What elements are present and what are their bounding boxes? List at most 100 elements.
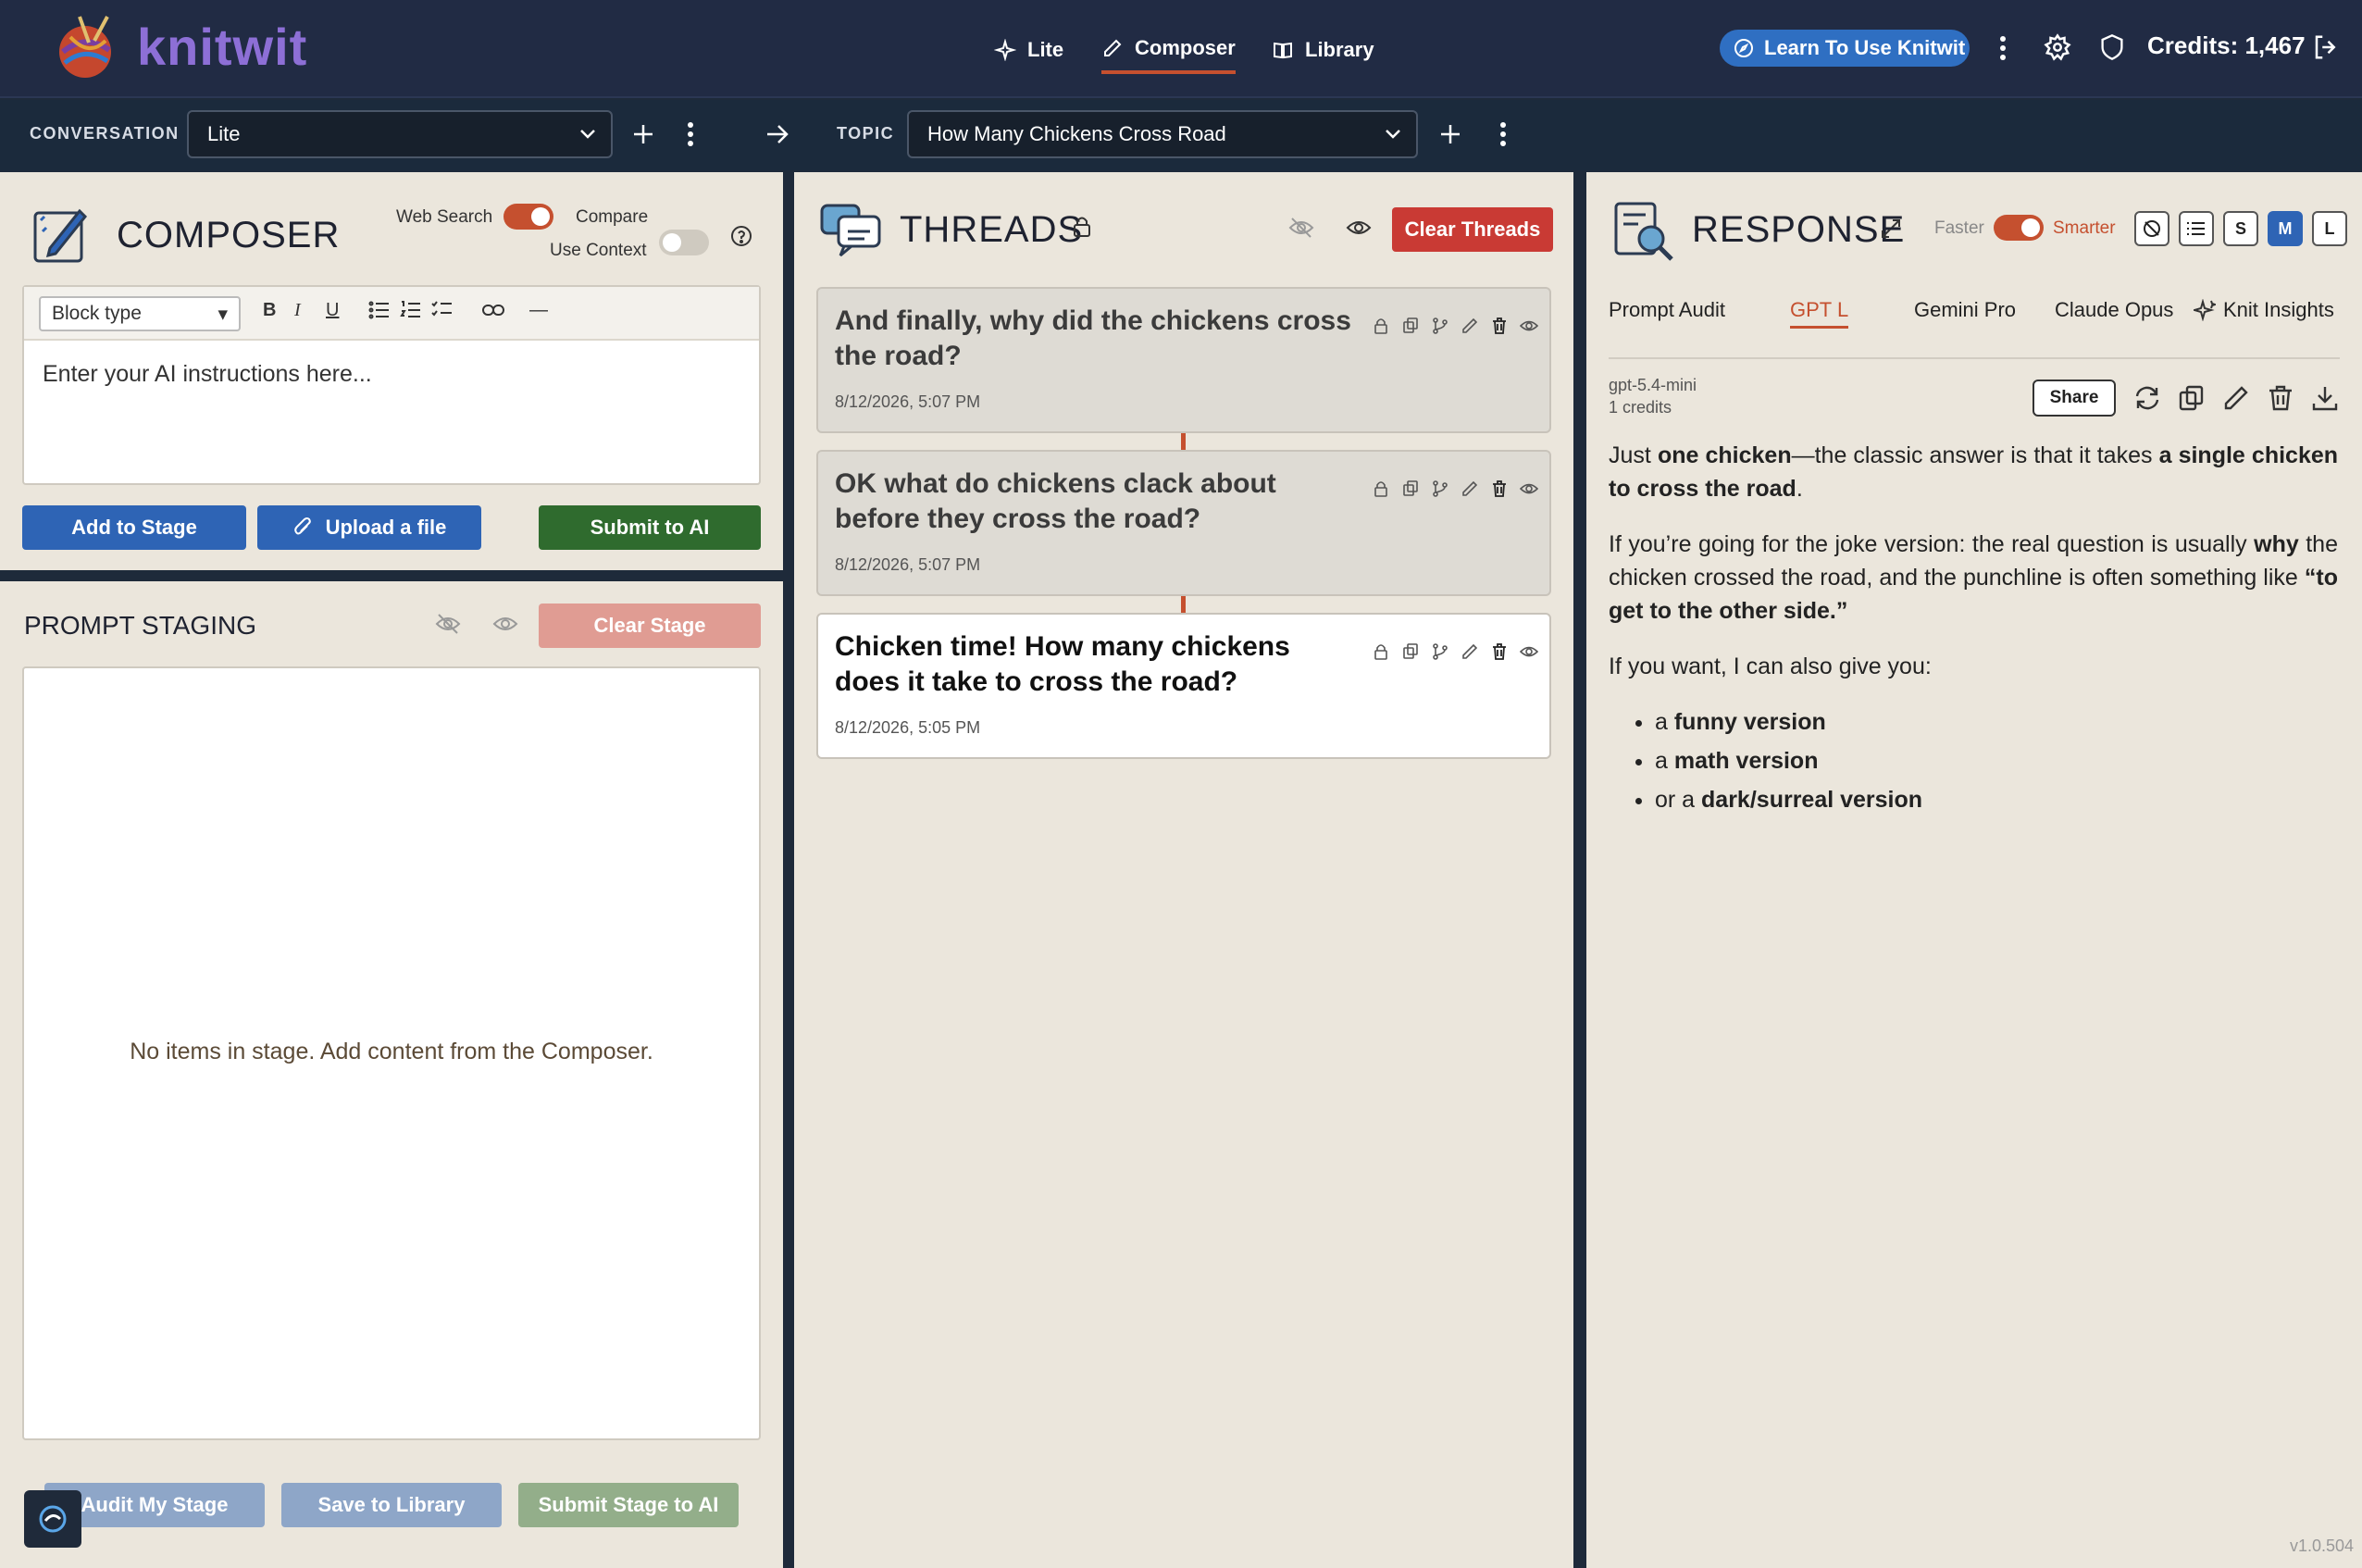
tab-prompt-audit[interactable]: Prompt Audit — [1609, 298, 1725, 322]
copy-icon[interactable] — [1401, 642, 1420, 661]
refresh-icon[interactable] — [2132, 383, 2162, 413]
copy-icon[interactable] — [1401, 479, 1420, 498]
knitwit-logo-icon[interactable] — [52, 15, 118, 81]
topic-select[interactable]: How Many Chickens Cross Road — [907, 110, 1418, 158]
share-button[interactable]: Share — [2033, 380, 2116, 417]
conversation-select[interactable]: Lite — [187, 110, 613, 158]
add-to-stage-button[interactable]: Add to Stage — [22, 505, 246, 550]
add-to-stage-label: Add to Stage — [71, 516, 197, 539]
submit-to-ai-button[interactable]: Submit to AI — [539, 505, 761, 550]
italic-icon[interactable]: I — [294, 300, 301, 321]
upload-file-button[interactable]: Upload a file — [257, 505, 481, 550]
list-format-icon[interactable] — [2179, 211, 2214, 246]
expand-icon[interactable] — [1881, 218, 1901, 239]
thread-card[interactable]: And finally, why did the chickens cross … — [816, 287, 1551, 433]
lock-icon[interactable] — [1372, 479, 1390, 498]
thread-title: Chicken time! How many chickens does it … — [835, 631, 1290, 697]
copy-icon[interactable] — [1401, 317, 1420, 335]
trash-icon[interactable] — [1490, 317, 1509, 335]
nav-tab-library[interactable]: Library — [1272, 31, 1374, 68]
branch-icon[interactable] — [1431, 642, 1449, 661]
arrow-right-icon[interactable] — [765, 122, 790, 146]
web-search-toggle[interactable] — [503, 204, 553, 230]
copy-icon[interactable] — [2177, 383, 2207, 413]
conversation-bar: CONVERSATION Lite TOPIC How Many Chicken… — [0, 100, 2362, 170]
trash-icon[interactable] — [1490, 479, 1509, 498]
eye-icon[interactable] — [1346, 217, 1372, 239]
edit-icon[interactable] — [2221, 383, 2251, 413]
download-icon[interactable] — [2310, 383, 2340, 413]
thread-date: 8/12/2026, 5:05 PM — [835, 718, 981, 737]
size-medium-button[interactable]: M — [2268, 211, 2303, 246]
response-body: Just one chicken—the classic answer is t… — [1609, 439, 2338, 822]
add-topic-icon[interactable] — [1438, 122, 1462, 146]
lock-icon[interactable] — [1372, 642, 1390, 661]
text: If you’re going for the joke version: th… — [1609, 531, 2255, 557]
chat-assistant-icon[interactable] — [24, 1490, 81, 1548]
more-vertical-icon[interactable] — [1992, 33, 2014, 63]
clear-threads-label: Clear Threads — [1404, 218, 1541, 241]
edit-icon[interactable] — [1461, 479, 1479, 498]
clear-stage-button[interactable]: Clear Stage — [539, 604, 761, 648]
numbered-list-icon[interactable] — [400, 300, 422, 320]
tab-gemini-pro[interactable]: Gemini Pro — [1914, 298, 2016, 322]
eye-icon[interactable] — [1520, 479, 1538, 498]
horizontal-rule-icon[interactable]: — — [529, 300, 548, 321]
branch-icon[interactable] — [1431, 479, 1449, 498]
compare-label: Compare — [576, 207, 649, 227]
list-item: or a dark/surreal version — [1655, 783, 2338, 816]
block-type-select[interactable]: Block type ▾ — [39, 296, 241, 331]
learn-button[interactable]: Learn To Use Knitwit — [1720, 30, 1970, 67]
stage-dropzone[interactable]: No items in stage. Add content from the … — [22, 666, 761, 1440]
staging-title: PROMPT STAGING — [24, 611, 256, 640]
nav-tab-composer[interactable]: Composer — [1101, 31, 1236, 74]
branch-icon[interactable] — [1431, 317, 1449, 335]
thread-card-active[interactable]: Chicken time! How many chickens does it … — [816, 613, 1551, 759]
save-to-library-button[interactable]: Save to Library — [281, 1483, 502, 1527]
link-icon[interactable] — [481, 300, 505, 320]
trash-icon[interactable] — [2266, 383, 2295, 413]
submit-stage-button[interactable]: Submit Stage to AI — [518, 1483, 739, 1527]
brand-name[interactable]: knitwit — [137, 17, 307, 77]
eye-icon[interactable] — [1520, 317, 1538, 335]
thread-card[interactable]: OK what do chickens clack about before t… — [816, 450, 1551, 596]
lock-icon[interactable] — [1372, 317, 1390, 335]
threads-title: THREADS — [900, 209, 1084, 250]
tab-knit-insights[interactable]: Knit Insights — [2194, 298, 2334, 322]
size-large-button[interactable]: L — [2312, 211, 2347, 246]
trash-icon[interactable] — [1490, 642, 1509, 661]
bullet-list-icon[interactable] — [368, 300, 391, 320]
hide-stage-icon[interactable] — [435, 613, 461, 635]
thread-date: 8/12/2026, 5:07 PM — [835, 555, 981, 574]
nav-tab-lite[interactable]: Lite — [994, 31, 1063, 68]
size-small-button[interactable]: S — [2223, 211, 2258, 246]
eye-icon[interactable] — [492, 613, 518, 635]
clear-threads-button[interactable]: Clear Threads — [1392, 207, 1553, 252]
no-format-icon[interactable] — [2134, 211, 2169, 246]
topic-more-icon[interactable] — [1498, 120, 1509, 148]
gear-icon[interactable] — [2044, 33, 2071, 61]
help-icon[interactable] — [729, 224, 753, 248]
tab-gpt-l[interactable]: GPT L — [1790, 298, 1849, 329]
underline-icon[interactable]: U — [326, 300, 339, 321]
edit-icon[interactable] — [1461, 317, 1479, 335]
bold-icon[interactable]: B — [263, 300, 276, 321]
add-conversation-icon[interactable] — [631, 122, 655, 146]
sparkle-icon — [2194, 299, 2216, 321]
eye-icon[interactable] — [1520, 642, 1538, 661]
logout-icon[interactable] — [2312, 33, 2340, 61]
checklist-icon[interactable] — [431, 300, 454, 320]
composer-editor[interactable]: Block type ▾ B I U — Enter your AI instr… — [22, 285, 761, 485]
speed-toggle[interactable] — [1994, 215, 2044, 241]
tab-claude-opus[interactable]: Claude Opus — [2055, 298, 2173, 322]
response-panel: RESPONSE Faster Smarter S M L Prompt Aud… — [1586, 172, 2362, 1568]
audit-stage-label: Audit My Stage — [81, 1493, 229, 1516]
top-navbar: knitwit Lite Composer Library Learn To U… — [0, 0, 2362, 98]
lock-icon[interactable] — [1072, 215, 1092, 239]
list-item: a math version — [1655, 744, 2338, 778]
shield-icon[interactable] — [2099, 33, 2125, 61]
edit-icon[interactable] — [1461, 642, 1479, 661]
compare-toggle[interactable] — [659, 230, 709, 255]
conversation-more-icon[interactable] — [685, 120, 696, 148]
hide-threads-icon[interactable] — [1288, 217, 1314, 239]
